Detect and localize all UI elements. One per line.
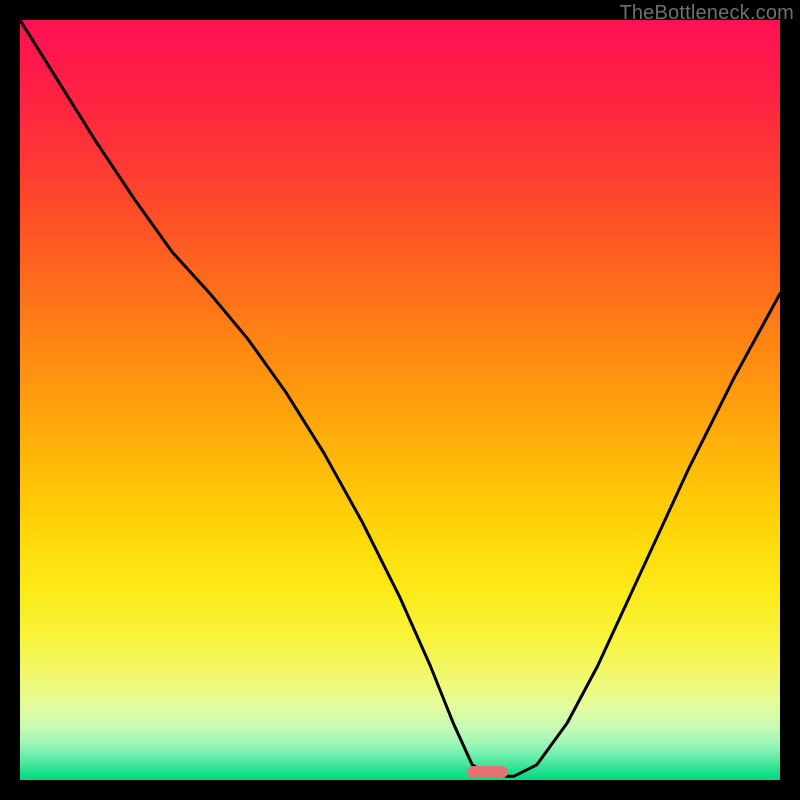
bottleneck-curve [20,20,780,776]
gradient-plot-area [20,20,780,780]
optimum-marker [467,766,509,778]
bottleneck-curve-svg [20,20,780,780]
watermark-text: TheBottleneck.com [619,2,794,25]
chart-frame: TheBottleneck.com [0,0,800,800]
